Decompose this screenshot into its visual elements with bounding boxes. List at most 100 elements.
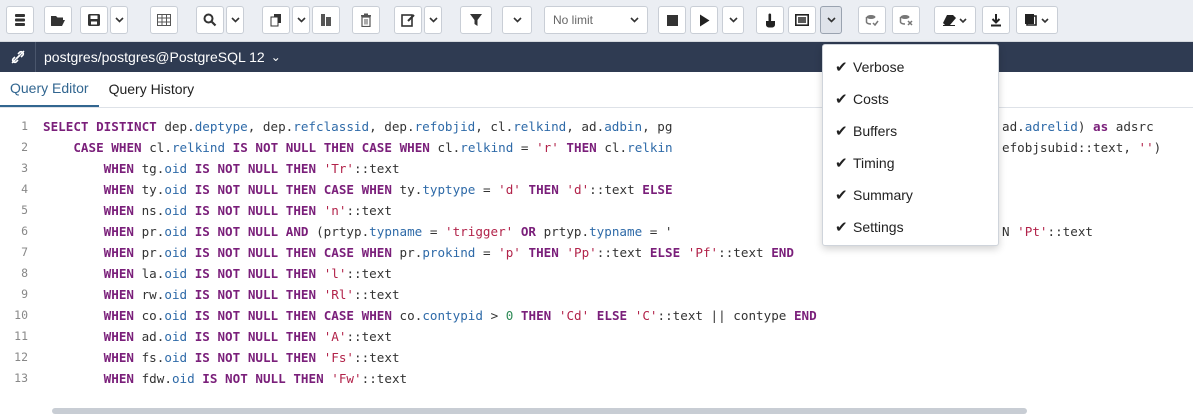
code-overflow-fragment: N 'Pt'::text: [1002, 221, 1193, 241]
line-number: 1: [21, 119, 28, 133]
line-number: 11: [14, 329, 28, 343]
sql-code-editor[interactable]: 1 SELECT DISTINCT dep.deptype, dep.refcla…: [0, 110, 1193, 415]
query-toolbar: No limit: [0, 0, 1193, 42]
code-line: 13 WHEN fdw.oid IS NOT NULL THEN 'Fw'::t…: [0, 368, 1193, 388]
code-text: efobjsubid::text, ''): [1002, 139, 1162, 155]
edit-options-chevron-icon[interactable]: [424, 6, 442, 34]
checkmark-icon: ✔: [835, 219, 848, 236]
rollback-transaction-icon[interactable]: [892, 6, 920, 34]
line-number: 5: [21, 203, 28, 217]
menu-item-label: Verbose: [853, 59, 905, 75]
connection-label[interactable]: postgres/postgres@PostgreSQL 12: [36, 49, 265, 65]
menu-item-summary[interactable]: ✔ Summary: [823, 180, 1000, 210]
code-line: 10 WHEN co.oid IS NOT NULL THEN CASE WHE…: [0, 305, 1193, 325]
code-text: WHEN ad.oid IS NOT NULL THEN 'A'::text: [103, 328, 392, 344]
line-number: 9: [21, 287, 28, 301]
line-number: 3: [21, 161, 28, 175]
line-number: 4: [21, 182, 28, 196]
filter-connections-icon[interactable]: [6, 6, 34, 34]
line-number: 7: [21, 245, 28, 259]
execute-query-play-icon[interactable]: [690, 6, 718, 34]
code-text: WHEN co.oid IS NOT NULL THEN CASE WHEN c…: [103, 307, 817, 323]
menu-item-settings[interactable]: ✔ Settings: [823, 212, 1000, 242]
code-text: WHEN la.oid IS NOT NULL THEN 'l'::text: [103, 265, 392, 281]
menu-item-label: Buffers: [853, 123, 898, 139]
checkmark-icon: ✔: [835, 155, 848, 172]
menu-item-timing[interactable]: ✔ Timing: [823, 148, 1000, 178]
connection-bar: postgres/postgres@PostgreSQL 12 ⌄: [0, 42, 1193, 72]
stop-query-icon[interactable]: [658, 6, 686, 34]
horizontal-scrollbar[interactable]: [52, 408, 1027, 414]
chevron-down-icon: [630, 15, 639, 25]
find-options-chevron-icon[interactable]: [226, 6, 244, 34]
edit-query-icon[interactable]: [394, 6, 422, 34]
checkmark-icon: ✔: [835, 59, 848, 76]
download-csv-icon[interactable]: [982, 6, 1010, 34]
explain-options-chevron-icon[interactable]: [820, 6, 842, 34]
code-line: 4 WHEN ty.oid IS NOT NULL THEN CASE WHEN…: [0, 179, 1193, 199]
code-line: 5 WHEN ns.oid IS NOT NULL THEN 'n'::text: [0, 200, 1193, 220]
line-number: 10: [14, 308, 28, 322]
save-file-button[interactable]: [80, 6, 108, 34]
edit-data-grid-icon[interactable]: [150, 6, 178, 34]
row-limit-select[interactable]: No limit: [544, 6, 648, 34]
menu-item-label: Timing: [853, 155, 895, 171]
checkmark-icon: ✔: [835, 187, 848, 204]
menu-item-label: Costs: [853, 91, 889, 107]
code-text: WHEN fs.oid IS NOT NULL THEN 'Fs'::text: [103, 349, 400, 365]
line-number: 6: [21, 224, 28, 238]
open-file-button[interactable]: [44, 6, 72, 34]
filter-options-chevron-icon[interactable]: [502, 6, 532, 34]
find-search-icon[interactable]: [196, 6, 224, 34]
line-number: 13: [14, 371, 28, 385]
code-text: N 'Pt'::text: [1002, 223, 1094, 239]
code-line: 12 WHEN fs.oid IS NOT NULL THEN 'Fs'::te…: [0, 347, 1193, 367]
menu-item-buffers[interactable]: ✔ Buffers: [823, 116, 1000, 146]
checkmark-icon: ✔: [835, 123, 848, 140]
code-line: 7 WHEN pr.oid IS NOT NULL THEN CASE WHEN…: [0, 242, 1193, 262]
checkmark-icon: ✔: [835, 91, 848, 108]
row-limit-value: No limit: [553, 13, 594, 27]
commit-transaction-icon[interactable]: [858, 6, 886, 34]
menu-item-verbose[interactable]: ✔ Verbose: [823, 52, 1000, 82]
code-text: WHEN ty.oid IS NOT NULL THEN CASE WHEN t…: [103, 181, 673, 197]
code-text: WHEN pr.oid IS NOT NULL AND (prtyp.typna…: [103, 223, 673, 239]
filter-funnel-icon[interactable]: [460, 6, 492, 34]
editor-tabs: Query Editor Query History: [0, 72, 1193, 108]
paste-rows-icon[interactable]: [312, 6, 340, 34]
connection-chevron-down-icon[interactable]: ⌄: [271, 50, 281, 64]
explain-hand-pointer-icon[interactable]: [756, 6, 784, 34]
code-line: 11 WHEN ad.oid IS NOT NULL THEN 'A'::tex…: [0, 326, 1193, 346]
connection-link-icon[interactable]: [0, 42, 36, 72]
tab-query-editor[interactable]: Query Editor: [0, 71, 99, 107]
line-number: 8: [21, 266, 28, 280]
save-options-chevron-icon[interactable]: [110, 6, 128, 34]
macros-icon[interactable]: [1016, 6, 1058, 34]
code-text: WHEN fdw.oid IS NOT NULL THEN 'Fw'::text: [103, 370, 408, 386]
copy-options-chevron-icon[interactable]: [292, 6, 310, 34]
explain-options-menu: ✔ Verbose ✔ Costs ✔ Buffers ✔ Timing ✔ Summar…: [822, 44, 999, 246]
code-line: 9 WHEN rw.oid IS NOT NULL THEN 'Rl'::tex…: [0, 284, 1193, 304]
code-text: CASE WHEN cl.relkind IS NOT NULL THEN CA…: [73, 139, 673, 155]
code-text: ad.adrelid) as adsrc: [1002, 118, 1154, 134]
code-line: 3 WHEN tg.oid IS NOT NULL THEN 'Tr'::tex…: [0, 158, 1193, 178]
line-number: 12: [14, 350, 28, 364]
line-number: 2: [21, 140, 28, 154]
delete-rows-icon[interactable]: [352, 6, 380, 34]
explain-analyze-icon[interactable]: [788, 6, 816, 34]
menu-item-costs[interactable]: ✔ Costs: [823, 84, 1000, 114]
code-text: WHEN tg.oid IS NOT NULL THEN 'Tr'::text: [103, 160, 400, 176]
code-overflow-fragment: ad.adrelid) as adsrc: [1002, 116, 1193, 136]
code-line: 8 WHEN la.oid IS NOT NULL THEN 'l'::text: [0, 263, 1193, 283]
code-text: WHEN rw.oid IS NOT NULL THEN 'Rl'::text: [103, 286, 400, 302]
menu-item-label: Settings: [853, 219, 904, 235]
code-overflow-fragment: efobjsubid::text, ''): [1002, 137, 1193, 157]
tab-query-history[interactable]: Query History: [99, 71, 205, 107]
menu-item-label: Summary: [853, 187, 913, 203]
code-text: WHEN ns.oid IS NOT NULL THEN 'n'::text: [103, 202, 392, 218]
code-text: WHEN pr.oid IS NOT NULL THEN CASE WHEN p…: [103, 244, 794, 260]
execute-options-chevron-icon[interactable]: [722, 6, 744, 34]
copy-icon[interactable]: [262, 6, 290, 34]
code-text: SELECT DISTINCT dep.deptype, dep.refclas…: [43, 118, 673, 134]
clear-eraser-icon[interactable]: [934, 6, 976, 34]
